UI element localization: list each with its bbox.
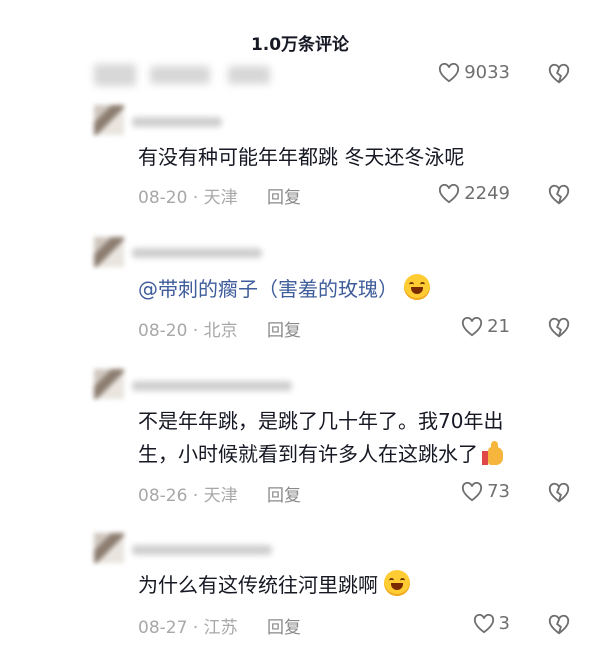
blurred-username [132, 248, 262, 258]
avatar[interactable] [94, 369, 124, 399]
like-button[interactable]: 21 [461, 316, 510, 337]
comment-count-title: 1.0万条评论 [250, 35, 350, 55]
reply-button[interactable]: 回复 [267, 486, 301, 506]
broken-heart-icon[interactable] [548, 63, 570, 85]
like-button[interactable]: 3 [473, 613, 510, 634]
comment-location: 天津 [203, 486, 238, 506]
like-count: 3 [498, 613, 510, 634]
comment-meta: 08-20 · 北京 回复 [138, 321, 302, 341]
comment-location: 天津 [203, 188, 238, 208]
comment-meta: 08-26 · 天津 回复 [138, 486, 302, 506]
reply-button[interactable]: 回复 [267, 188, 301, 208]
blurred-username [94, 64, 136, 86]
comment-date: 08-26 [138, 486, 188, 506]
reply-button[interactable]: 回复 [267, 321, 301, 341]
broken-heart-icon[interactable] [548, 317, 570, 339]
like-button[interactable]: 9033 [438, 62, 510, 83]
like-count: 2249 [464, 183, 510, 204]
comment-date: 08-20 [138, 321, 188, 341]
grin-sweat-emoji [404, 274, 430, 300]
blurred-username [132, 117, 222, 127]
comment-date: 08-20 [138, 188, 188, 208]
thumbs-up-emoji [482, 441, 504, 465]
blurred-username [228, 66, 270, 84]
comment-location: 江苏 [203, 618, 238, 638]
heart-outline-icon [462, 316, 483, 336]
like-button[interactable]: 2249 [438, 183, 510, 204]
comment-location: 北京 [203, 321, 238, 341]
broken-heart-icon[interactable] [548, 614, 570, 636]
comment-text: @带刺的瘸子（害羞的玫瑰） [138, 273, 430, 306]
comment-text: 有没有种可能年年都跳 冬天还冬泳呢 [138, 145, 465, 169]
broken-heart-icon[interactable] [548, 482, 570, 504]
broken-heart-icon[interactable] [548, 184, 570, 206]
mention-link[interactable]: @带刺的瘸子（害羞的玫瑰） [138, 277, 398, 301]
heart-outline-icon [473, 613, 494, 633]
heart-outline-icon [439, 183, 460, 203]
avatar[interactable] [94, 237, 124, 267]
blurred-username [150, 66, 210, 84]
heart-outline-icon [439, 62, 460, 82]
comment-text: 不是年年跳，是跳了几十年了。我70年出 生，小时候就看到有许多人在这跳水了 [138, 409, 504, 466]
like-count: 73 [487, 481, 510, 502]
comment-text: 为什么有这传统往河里跳啊 [138, 569, 410, 602]
avatar[interactable] [94, 105, 124, 135]
grin-sweat-emoji [384, 570, 410, 596]
heart-outline-icon [462, 481, 483, 501]
like-count: 21 [487, 316, 510, 337]
like-button[interactable]: 73 [461, 481, 510, 502]
comment-meta: 08-27 · 江苏 回复 [138, 618, 302, 638]
comment-meta: 08-20 · 天津 回复 [138, 188, 302, 208]
comment-date: 08-27 [138, 618, 188, 638]
like-count: 9033 [464, 62, 510, 83]
blurred-username [132, 381, 292, 391]
avatar[interactable] [94, 533, 124, 563]
reply-button[interactable]: 回复 [267, 618, 301, 638]
blurred-username [132, 545, 272, 555]
